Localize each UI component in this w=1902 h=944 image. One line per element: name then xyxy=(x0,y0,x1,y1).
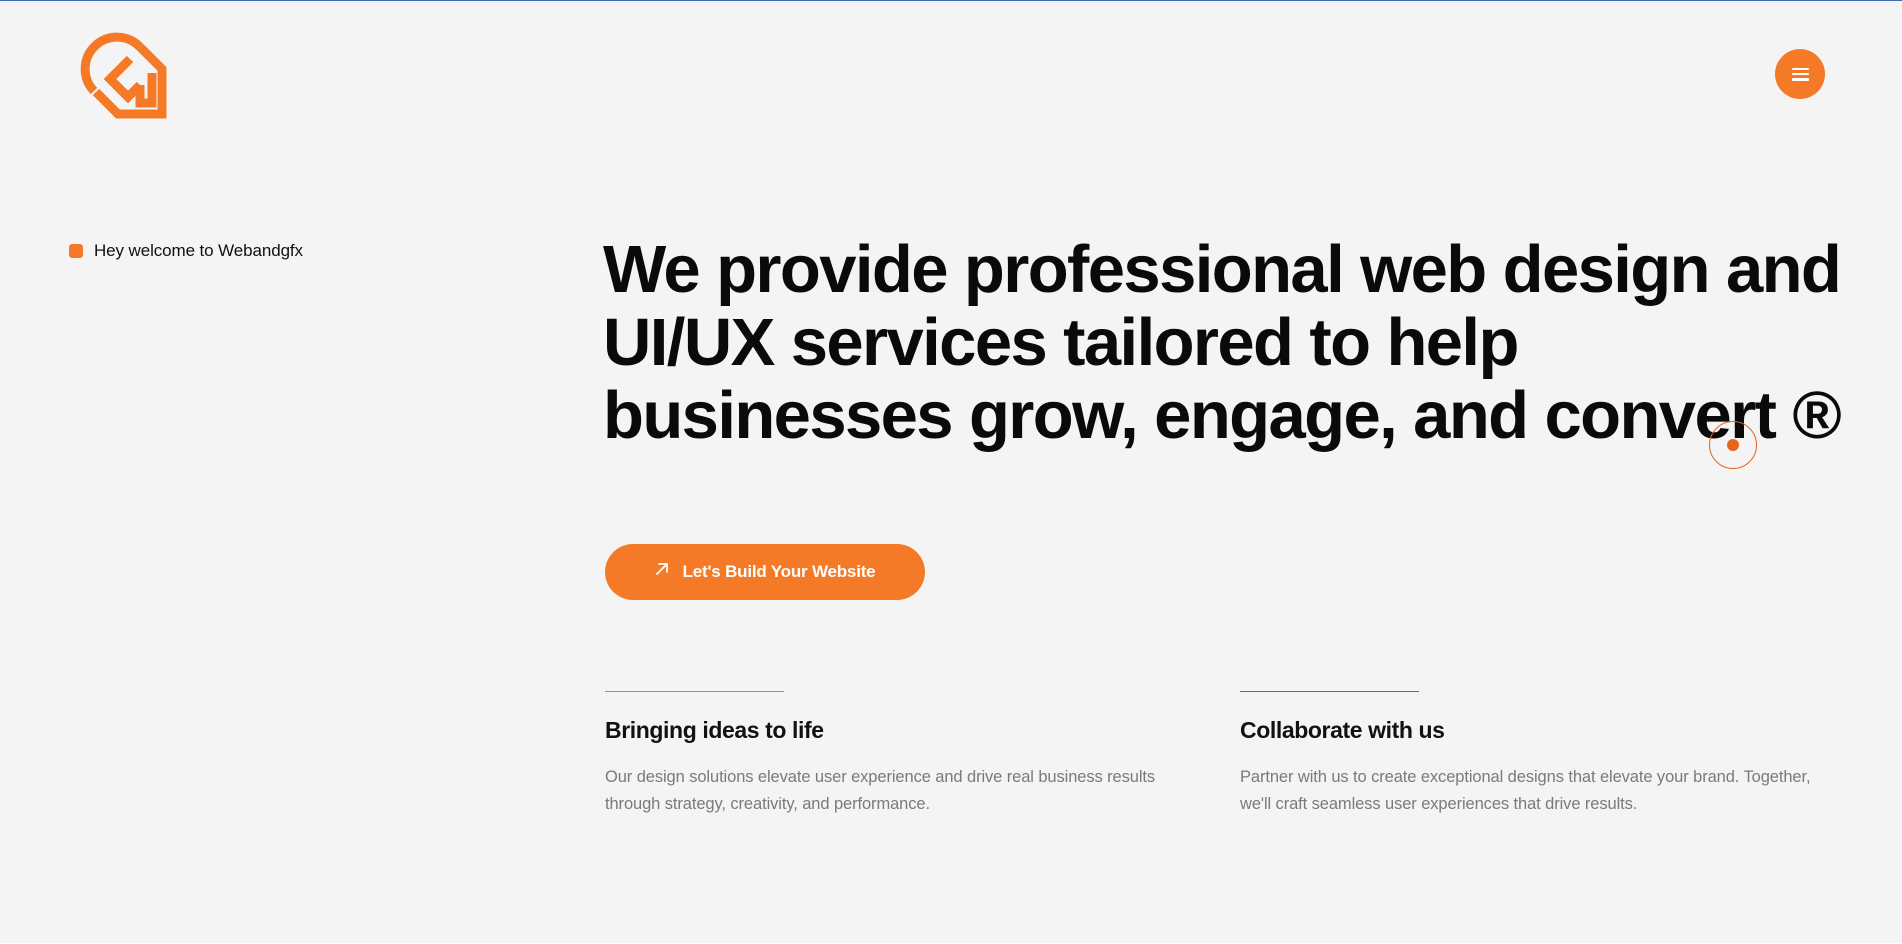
feature-description: Partner with us to create exceptional de… xyxy=(1240,768,1811,813)
welcome-text: Hey welcome to Webandgfx xyxy=(94,241,303,260)
webandgfx-logo-icon[interactable] xyxy=(78,29,168,121)
feature-divider xyxy=(1240,691,1419,692)
feature-collaborate: Collaborate with us Partner with us to c… xyxy=(1240,691,1830,818)
feature-description: Our design solutions elevate user experi… xyxy=(605,768,1156,813)
feature-bringing-ideas: Bringing ideas to life Our design soluti… xyxy=(605,691,1205,818)
page: Hey welcome to Webandgfx We provide prof… xyxy=(0,0,1902,943)
arrow-up-right-icon xyxy=(655,563,668,575)
welcome-dot-icon xyxy=(69,244,83,258)
scroll-indicator[interactable] xyxy=(1709,421,1757,469)
feature-title: Bringing ideas to life xyxy=(605,717,824,743)
hamburger-menu-icon xyxy=(1791,67,1809,81)
feature-divider xyxy=(605,691,784,692)
cta-button[interactable]: Let's Build Your Website xyxy=(605,544,925,600)
scroll-dot-icon xyxy=(1727,439,1739,451)
menu-button[interactable] xyxy=(1775,49,1825,99)
feature-title: Collaborate with us xyxy=(1240,717,1445,743)
cta-label: Let's Build Your Website xyxy=(682,562,876,581)
hero-headline: We provide professional web design and U… xyxy=(603,232,1842,453)
welcome-badge: Hey welcome to Webandgfx xyxy=(69,241,303,261)
